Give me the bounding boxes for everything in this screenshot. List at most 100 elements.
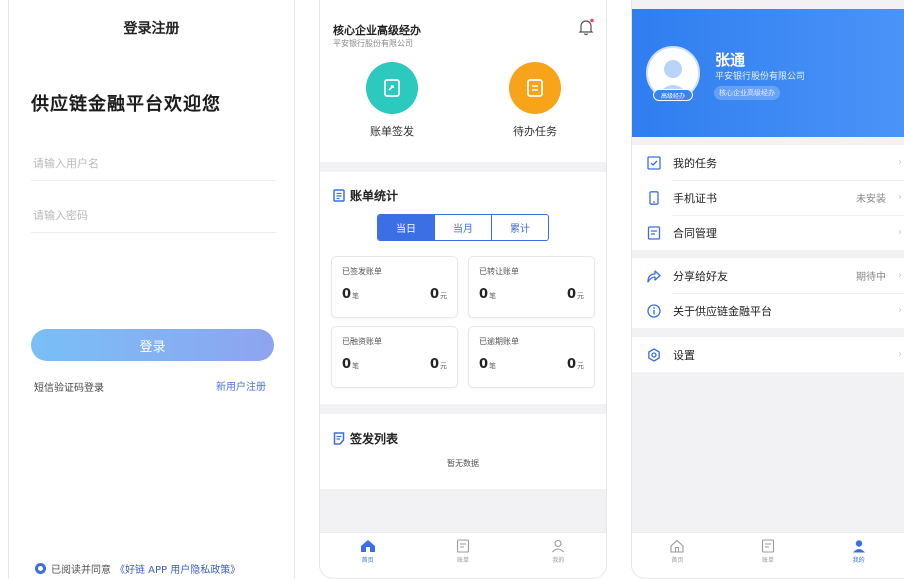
task-list-icon [509,62,561,114]
card-title: 已融资账单 [342,337,382,346]
profile-screen: 高级经办 张通 平安银行股份有限公司 核心企业高级经办 我的任务 › 手机证书 … [631,0,904,579]
bell-icon[interactable] [578,18,594,36]
home-icon [360,540,375,552]
tab-total[interactable]: 累计 [492,215,548,240]
card-amount: 0元 [566,357,584,372]
menu-about[interactable]: 关于供应链金融平台 › [632,293,904,328]
register-link[interactable]: 新用户注册 [216,378,266,393]
financed-bill-card[interactable]: 已融资账单 0笔 0元 [331,326,458,388]
bill-issue-icon [366,62,418,114]
card-amount: 0元 [429,287,447,302]
welcome-heading: 供应链金融平台欢迎您 [31,94,221,115]
empty-state: 暂无数据 [447,459,479,468]
period-segment: 当日 当月 累计 [377,214,549,241]
list-doc-icon [333,432,345,445]
login-screen: 登录注册 供应链金融平台欢迎您 登录 短信验证码登录 新用户注册 已阅读并同意 … [8,0,295,579]
menu-contract[interactable]: 合同管理 › [632,215,904,250]
user-icon [552,539,565,553]
transferred-bill-card[interactable]: 已转让账单 0笔 0元 [468,256,595,318]
tab-label: 首页 [671,557,684,564]
tab-bill[interactable]: 账单 [723,533,814,578]
list-title: 签发列表 [333,430,398,447]
menu-label: 合同管理 [673,226,717,240]
profile-header: 高级经办 张通 平安银行股份有限公司 核心企业高级经办 [632,9,904,137]
tab-home[interactable]: 首页 [632,533,723,578]
username-input[interactable] [31,147,276,181]
card-count: 0笔 [342,287,360,302]
agreement-row: 已阅读并同意 《好链 APP 用户隐私政策》 [35,561,240,576]
todo-task-label: 待办任务 [513,125,557,138]
todo-task-button[interactable]: 待办任务 [490,62,580,139]
sms-login-link[interactable]: 短信验证码登录 [34,379,104,394]
card-count: 0笔 [479,287,497,302]
issued-bill-card[interactable]: 已签发账单 0笔 0元 [331,256,458,318]
list-title-text: 签发列表 [350,432,399,446]
tab-mine[interactable]: 我的 [813,533,904,578]
menu-label: 关于供应链金融平台 [673,304,772,318]
tab-label: 账单 [456,557,469,564]
share-status: 期待中 [856,272,886,283]
user-bank: 平安银行股份有限公司 [715,72,806,82]
menu-label: 设置 [673,348,695,362]
tab-label: 我的 [852,557,865,564]
issue-list-section: 签发列表 暂无数据 [320,414,606,489]
chevron-right-icon: › [898,158,902,167]
tab-today[interactable]: 当日 [378,215,435,240]
menu-share[interactable]: 分享给好友 期待中 › [632,258,904,293]
card-title: 已签发账单 [342,267,382,276]
tab-label: 我的 [552,557,565,564]
bill-icon [456,539,470,553]
menu-phone-cert[interactable]: 手机证书 未安装 › [632,180,904,215]
user-icon [852,540,865,553]
menu-my-tasks[interactable]: 我的任务 › [632,145,904,180]
bill-stats-section: 账单统计 当日 当月 累计 已签发账单 0笔 0元 已转让账单 0笔 0元 已融… [320,172,606,404]
tab-mine[interactable]: 我的 [511,533,606,578]
cert-status: 未安装 [856,194,886,205]
chevron-right-icon: › [898,306,902,315]
stats-title: 账单统计 [333,187,398,204]
menu-label: 分享给好友 [673,269,728,283]
tab-label: 账单 [762,557,775,564]
stats-doc-icon [333,189,345,202]
bottom-tabbar: 首页 账单 我的 [320,532,606,578]
menu-settings[interactable]: 设置 › [632,337,904,372]
login-button[interactable]: 登录 [31,329,274,361]
info-icon [646,303,661,318]
tab-label: 首页 [361,557,374,564]
overdue-bill-card[interactable]: 已逾期账单 0笔 0元 [468,326,595,388]
chevron-right-icon: › [898,193,902,202]
role-badge: 核心企业高级经办 [714,86,780,100]
tab-month[interactable]: 当月 [435,215,492,240]
share-icon [646,268,661,283]
menu-label: 手机证书 [673,191,717,205]
chevron-right-icon: › [898,271,902,280]
menu-group-1: 我的任务 › 手机证书 未安装 › 合同管理 › [632,145,904,250]
settings-icon [646,347,661,362]
chevron-right-icon: › [898,350,902,359]
bill-issue-button[interactable]: 账单签发 [347,62,437,139]
user-name: 张通 [715,51,746,69]
card-count: 0笔 [479,357,497,372]
agree-radio[interactable] [35,563,46,574]
tab-home[interactable]: 首页 [320,533,415,578]
card-count: 0笔 [342,357,360,372]
stats-title-text: 账单统计 [350,189,399,203]
menu-group-2: 分享给好友 期待中 › 关于供应链金融平台 › [632,258,904,328]
password-input[interactable] [31,199,276,233]
agree-text: 已阅读并同意 [51,565,111,576]
menu-label: 我的任务 [673,156,717,170]
card-amount: 0元 [566,287,584,302]
home-screen: 核心企业高级经办 平安银行股份有限公司 账单签发 待办任务 账单统计 当日 当月… [319,0,607,579]
page-title: 登录注册 [123,21,180,37]
privacy-policy-link[interactable]: 《好链 APP 用户隐私政策》 [115,561,240,576]
contract-icon [646,225,661,240]
chevron-right-icon: › [898,228,902,237]
company-role: 核心企业高级经办 [333,24,421,37]
phone-icon [646,190,661,205]
home-icon [670,539,684,553]
home-header: 核心企业高级经办 平安银行股份有限公司 账单签发 待办任务 [320,0,606,162]
menu-group-3: 设置 › [632,337,904,372]
tab-bill[interactable]: 账单 [415,533,510,578]
card-amount: 0元 [429,357,447,372]
avatar-badge: 高级经办 [653,89,693,101]
